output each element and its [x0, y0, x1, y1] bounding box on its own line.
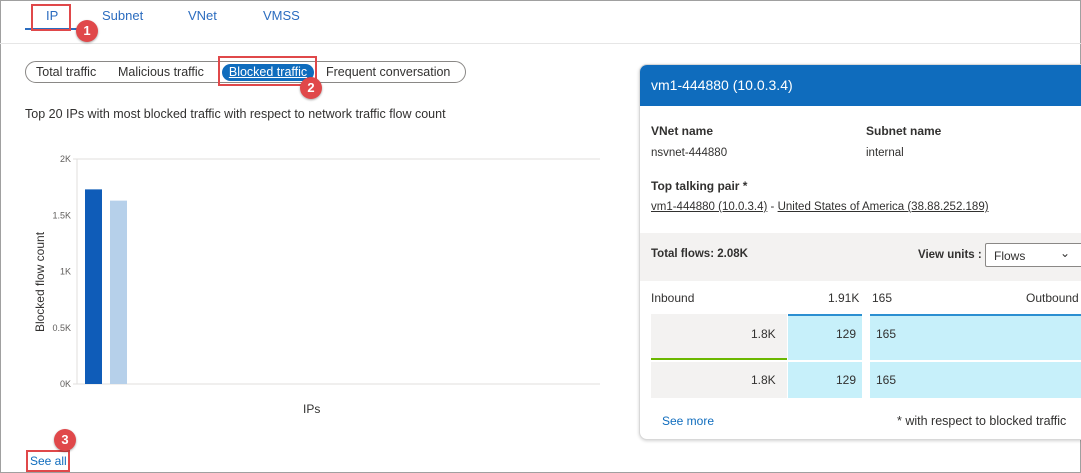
- card-footnote: * with respect to blocked traffic: [897, 414, 1067, 428]
- callout-badge-3: 3: [54, 429, 76, 451]
- y-tick-label: 1.5K: [52, 210, 71, 220]
- pair-source-link[interactable]: vm1-444880 (10.0.3.4): [651, 201, 767, 213]
- inbound-label: Inbound: [651, 291, 695, 305]
- flow-row-value-c: 165: [876, 373, 897, 387]
- pair-destination-link[interactable]: United States of America (38.88.252.189): [778, 201, 989, 213]
- see-more-link[interactable]: See more: [662, 414, 714, 428]
- outbound-label: Outbound: [1026, 291, 1079, 305]
- card-title: vm1-444880 (10.0.3.4): [640, 65, 1081, 106]
- flow-row-value-c: 165: [876, 327, 897, 341]
- y-tick-label: 2K: [60, 154, 71, 164]
- view-units-value: Flows: [994, 249, 1026, 263]
- blocked-traffic-chart: 0K 0.5K 1K 1.5K 2K Blocked flow count IPs: [25, 150, 605, 420]
- outbound-total: 165: [872, 291, 893, 305]
- chart-x-axis-label: IPs: [303, 402, 321, 416]
- top-tabs: IP Subnet VNet VMSS: [0, 0, 1081, 44]
- flow-row-value-a: 1.8K: [751, 373, 776, 387]
- chart-bar[interactable]: [85, 189, 102, 384]
- subnet-name-value: internal: [866, 147, 904, 159]
- y-tick-label: 1K: [60, 267, 71, 277]
- chevron-down-icon: ⌄: [1060, 246, 1071, 260]
- top-talking-pair: vm1-444880 (10.0.3.4) - United States of…: [651, 201, 989, 213]
- y-tick-label: 0K: [60, 379, 71, 389]
- tab-subnet[interactable]: Subnet: [102, 8, 143, 23]
- callout-badge-2: 2: [300, 77, 322, 99]
- flow-row-value-b: 129: [836, 373, 857, 387]
- chart-canvas: 0K 0.5K 1K 1.5K 2K: [52, 154, 600, 389]
- subnet-name-label: Subnet name: [866, 124, 942, 138]
- highlight-box-see-all: [26, 450, 70, 472]
- ip-detail-card: vm1-444880 (10.0.3.4) VNet name nsvnet-4…: [639, 64, 1081, 440]
- pair-separator: -: [767, 201, 778, 213]
- inbound-total: 1.91K: [828, 291, 860, 305]
- vnet-name-label: VNet name: [651, 124, 714, 138]
- outbound-flow-block: [870, 314, 1081, 360]
- filter-malicious-traffic[interactable]: Malicious traffic: [118, 65, 204, 79]
- chart-bar[interactable]: [110, 200, 127, 384]
- callout-badge-1: 1: [76, 20, 98, 42]
- filter-total-traffic[interactable]: Total traffic: [36, 65, 96, 79]
- flow-row-value-b: 129: [836, 327, 857, 341]
- tab-vnet[interactable]: VNet: [188, 8, 217, 23]
- flow-row-value-a: 1.8K: [751, 327, 776, 341]
- y-tick-label: 0.5K: [52, 323, 71, 333]
- tab-vmss[interactable]: VMSS: [263, 8, 300, 23]
- vnet-name-value: nsvnet-444880: [651, 147, 728, 159]
- total-flows: Total flows: 2.08K: [651, 248, 748, 260]
- chart-subtitle: Top 20 IPs with most blocked traffic wit…: [25, 107, 446, 121]
- view-units-label: View units :: [918, 249, 982, 261]
- top-talking-pair-label: Top talking pair *: [651, 179, 748, 193]
- view-units-dropdown[interactable]: Flows ⌄: [985, 243, 1081, 267]
- highlight-box-ip: [31, 4, 71, 31]
- outbound-flow-block: [870, 362, 1081, 398]
- filter-frequent-conversation[interactable]: Frequent conversation: [326, 65, 450, 79]
- chart-y-axis-label: Blocked flow count: [33, 231, 47, 333]
